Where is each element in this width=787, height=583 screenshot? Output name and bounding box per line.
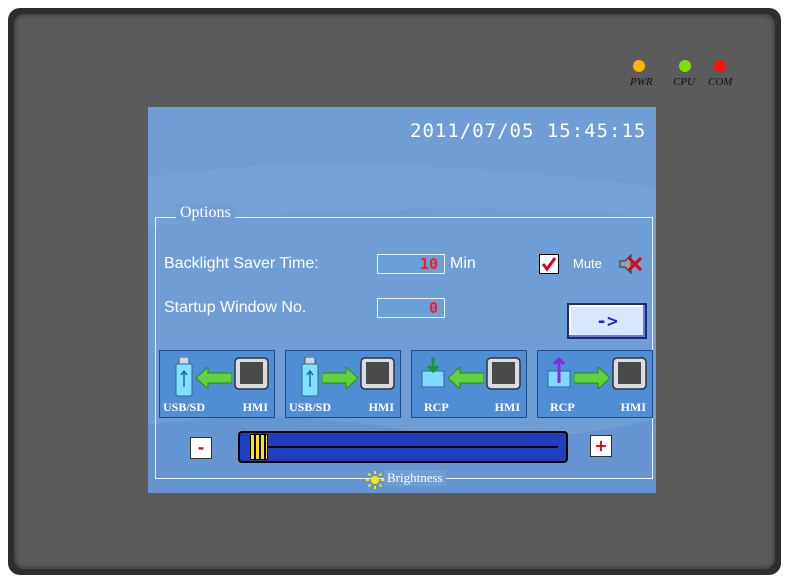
backlight-saver-label: Backlight Saver Time:: [164, 255, 319, 272]
pwr-label: PWR: [630, 76, 653, 88]
options-group-title: Options: [176, 204, 235, 222]
startup-window-label: Startup Window No.: [164, 299, 307, 316]
brightness-slider-thumb[interactable]: [250, 434, 268, 460]
rcp-label: RCP: [550, 400, 575, 414]
hmi-to-usb-export-button[interactable]: USB/SD HMI: [285, 350, 401, 418]
usb-drive-icon: [301, 357, 319, 397]
recipe-download-icon: [421, 357, 445, 388]
brightness-label: Brightness: [384, 470, 446, 486]
arrow-right-icon: [322, 367, 358, 389]
backlight-time-input[interactable]: 10: [377, 254, 445, 274]
backlight-unit-label: Min: [450, 255, 476, 272]
cpu-led-icon: [679, 60, 691, 72]
com-label: COM: [708, 76, 733, 88]
slider-groove: [262, 446, 558, 448]
rcp-import-button[interactable]: RCP HMI: [411, 350, 527, 418]
arrow-right-icon: [574, 367, 610, 389]
hmi-screen: 2011/07/05 15:45:15 Options Backlight Sa…: [148, 107, 656, 493]
mute-checkbox[interactable]: [539, 254, 559, 274]
hmi-monitor-icon: [234, 357, 269, 390]
brightness-decrease-button[interactable]: -: [190, 437, 212, 459]
rcp-label: RCP: [424, 400, 449, 414]
pwr-led-icon: [633, 60, 645, 72]
cpu-label: CPU: [673, 76, 695, 88]
brightness-slider[interactable]: [238, 431, 568, 463]
hmi-label: HMI: [368, 400, 394, 414]
checkmark-icon: [541, 257, 557, 272]
datetime-display: 2011/07/05 15:45:15: [410, 120, 647, 142]
startup-window-input[interactable]: 0: [377, 298, 445, 318]
arrow-left-icon: [448, 367, 484, 389]
hmi-monitor-icon: [612, 357, 647, 390]
brightness-increase-button[interactable]: +: [590, 435, 612, 457]
recipe-upload-icon: [547, 357, 571, 388]
hmi-monitor-icon: [486, 357, 521, 390]
usb-sd-label: USB/SD: [289, 400, 332, 414]
mute-label: Mute: [573, 256, 602, 271]
usb-to-hmi-import-button[interactable]: USB/SD HMI: [159, 350, 275, 418]
arrow-left-icon: [196, 367, 232, 389]
usb-drive-icon: [175, 357, 193, 397]
usb-sd-label: USB/SD: [163, 400, 206, 414]
hmi-monitor-icon: [360, 357, 395, 390]
com-led-icon: [714, 60, 726, 72]
rcp-export-button[interactable]: RCP HMI: [537, 350, 653, 418]
hmi-label: HMI: [494, 400, 520, 414]
hmi-label: HMI: [620, 400, 646, 414]
next-page-button[interactable]: ->: [567, 303, 647, 339]
sun-icon: [366, 471, 384, 489]
speaker-muted-icon: [619, 253, 643, 275]
hmi-label: HMI: [242, 400, 268, 414]
